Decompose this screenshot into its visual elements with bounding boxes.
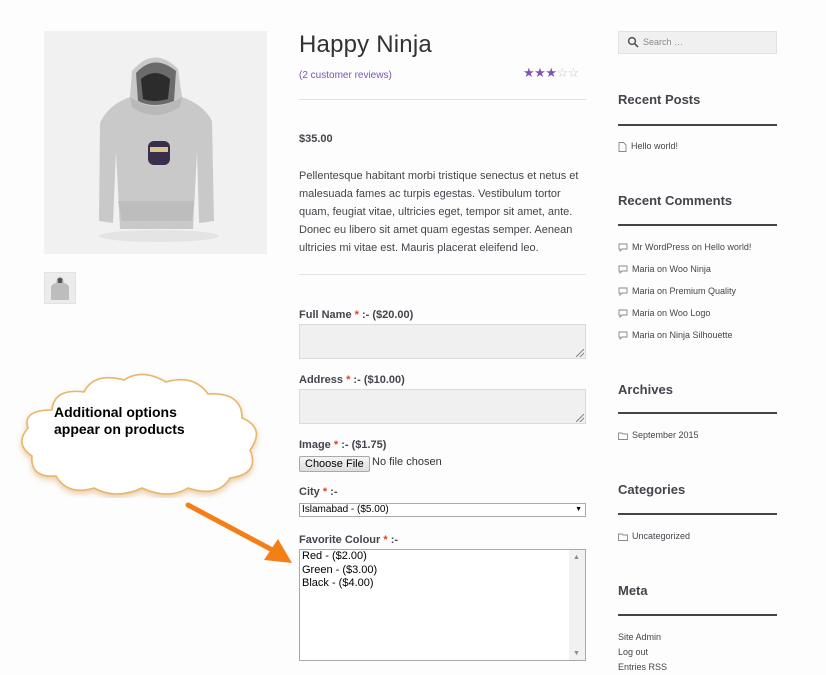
categories-title: Categories — [618, 482, 686, 497]
address-label: Address * :- ($10.00) — [299, 374, 405, 386]
scroll-up-icon[interactable]: ▲ — [573, 554, 580, 561]
widget-divider — [618, 124, 777, 126]
hoodie-thumbnail-icon — [51, 277, 69, 300]
recent-posts-title: Recent Posts — [618, 92, 701, 107]
divider — [299, 274, 586, 275]
product-description: Pellentesque habitant morbi tristique se… — [299, 170, 579, 254]
archives-title: Archives — [618, 382, 673, 397]
comment-icon — [618, 243, 628, 253]
product-thumbnail[interactable] — [44, 272, 76, 304]
document-icon — [618, 141, 627, 152]
product-price: $35.00 — [299, 133, 333, 145]
folder-icon — [618, 432, 628, 440]
comment-icon — [618, 265, 628, 275]
favorite-colour-label: Favorite Colour * :- — [299, 534, 399, 546]
resize-grip-icon[interactable] — [576, 349, 584, 357]
full-name-label: Full Name * :- ($20.00) — [299, 309, 414, 321]
folder-icon — [618, 533, 628, 541]
star-rating: ★★★☆☆ — [523, 66, 579, 79]
widget-divider — [618, 412, 777, 414]
divider — [299, 99, 586, 100]
recent-comment-item[interactable]: Maria on Premium Quality — [618, 286, 736, 297]
star-filled-icon: ★ — [545, 65, 557, 80]
search-placeholder: Search … — [643, 37, 684, 47]
scroll-down-icon[interactable]: ▼ — [573, 650, 580, 657]
product-title: Happy Ninja — [299, 31, 432, 58]
recent-comment-item[interactable]: Maria on Woo Logo — [618, 308, 710, 319]
callout-arrow-icon — [185, 502, 292, 563]
colour-option-green[interactable]: Green - ($3.00) — [300, 564, 585, 578]
callout-text: Additional options appear on products — [54, 404, 185, 437]
full-name-textarea[interactable] — [299, 324, 586, 359]
recent-comments-title: Recent Comments — [618, 193, 733, 208]
star-empty-icon: ☆ — [556, 65, 568, 80]
recent-post-item[interactable]: Hello world! — [618, 141, 678, 152]
resize-grip-icon[interactable] — [576, 414, 584, 422]
widget-divider — [618, 224, 777, 226]
meta-entries-rss-link[interactable]: Entries RSS — [618, 662, 667, 672]
file-status: No file chosen — [372, 456, 442, 468]
address-textarea[interactable] — [299, 389, 586, 424]
recent-comment-item[interactable]: Maria on Ninja Silhouette — [618, 330, 733, 341]
meta-site-admin-link[interactable]: Site Admin — [618, 632, 661, 642]
colour-option-red[interactable]: Red - ($2.00) — [300, 550, 585, 564]
archive-item[interactable]: September 2015 — [618, 430, 699, 440]
star-filled-icon: ★ — [523, 65, 535, 80]
comment-icon — [618, 287, 628, 297]
favorite-colour-listbox[interactable]: Red - ($2.00) Green - ($3.00) Black - ($… — [299, 549, 586, 661]
search-icon — [627, 36, 639, 48]
widget-divider — [618, 614, 777, 616]
colour-option-black[interactable]: Black - ($4.00) — [300, 577, 585, 591]
customer-reviews-link[interactable]: (2 customer reviews) — [299, 70, 392, 81]
listbox-scrollbar[interactable]: ▲ ▼ — [569, 550, 585, 660]
choose-file-button[interactable]: Choose File — [299, 456, 370, 472]
city-select[interactable]: Islamabad - ($5.00) ▼ — [299, 503, 586, 517]
meta-title: Meta — [618, 583, 648, 598]
product-main-image[interactable] — [44, 31, 267, 254]
comment-icon — [618, 309, 628, 319]
category-item[interactable]: Uncategorized — [618, 531, 690, 541]
widget-divider — [618, 513, 777, 515]
search-field[interactable]: Search … — [618, 31, 777, 54]
recent-comment-item[interactable]: Mr WordPress on Hello world! — [618, 242, 751, 253]
dropdown-arrow-icon: ▼ — [575, 506, 582, 513]
comment-icon — [618, 331, 628, 341]
city-selected-value: Islamabad - ($5.00) — [302, 504, 389, 515]
star-empty-icon: ☆ — [567, 65, 580, 80]
star-filled-icon: ★ — [534, 65, 546, 80]
meta-log-out-link[interactable]: Log out — [618, 647, 648, 657]
image-label: Image * :- ($1.75) — [299, 439, 387, 451]
recent-comment-item[interactable]: Maria on Woo Ninja — [618, 264, 711, 275]
hoodie-image — [99, 57, 219, 242]
city-label: City * :- — [299, 486, 338, 498]
